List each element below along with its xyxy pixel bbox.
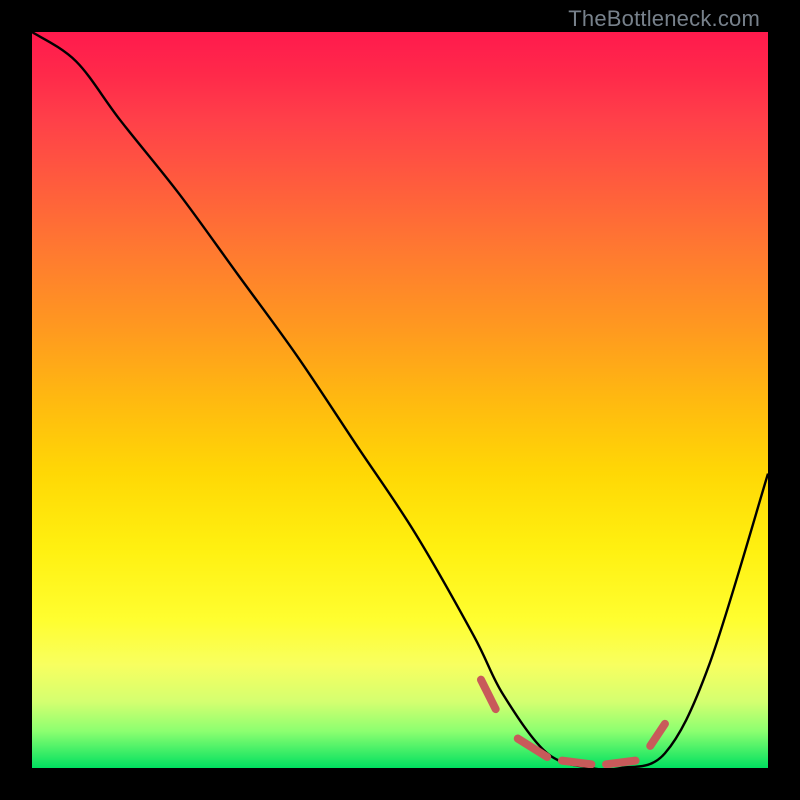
plot-area: [32, 32, 768, 768]
curve-svg: [32, 32, 768, 768]
trough-highlight: [481, 680, 665, 765]
watermark-text: TheBottleneck.com: [568, 6, 760, 32]
trough-dash: [650, 724, 665, 746]
trough-dash: [562, 761, 591, 765]
trough-dash: [481, 680, 496, 709]
chart-frame: TheBottleneck.com: [0, 0, 800, 800]
trough-dash: [606, 761, 635, 765]
bottleneck-curve: [32, 32, 768, 768]
